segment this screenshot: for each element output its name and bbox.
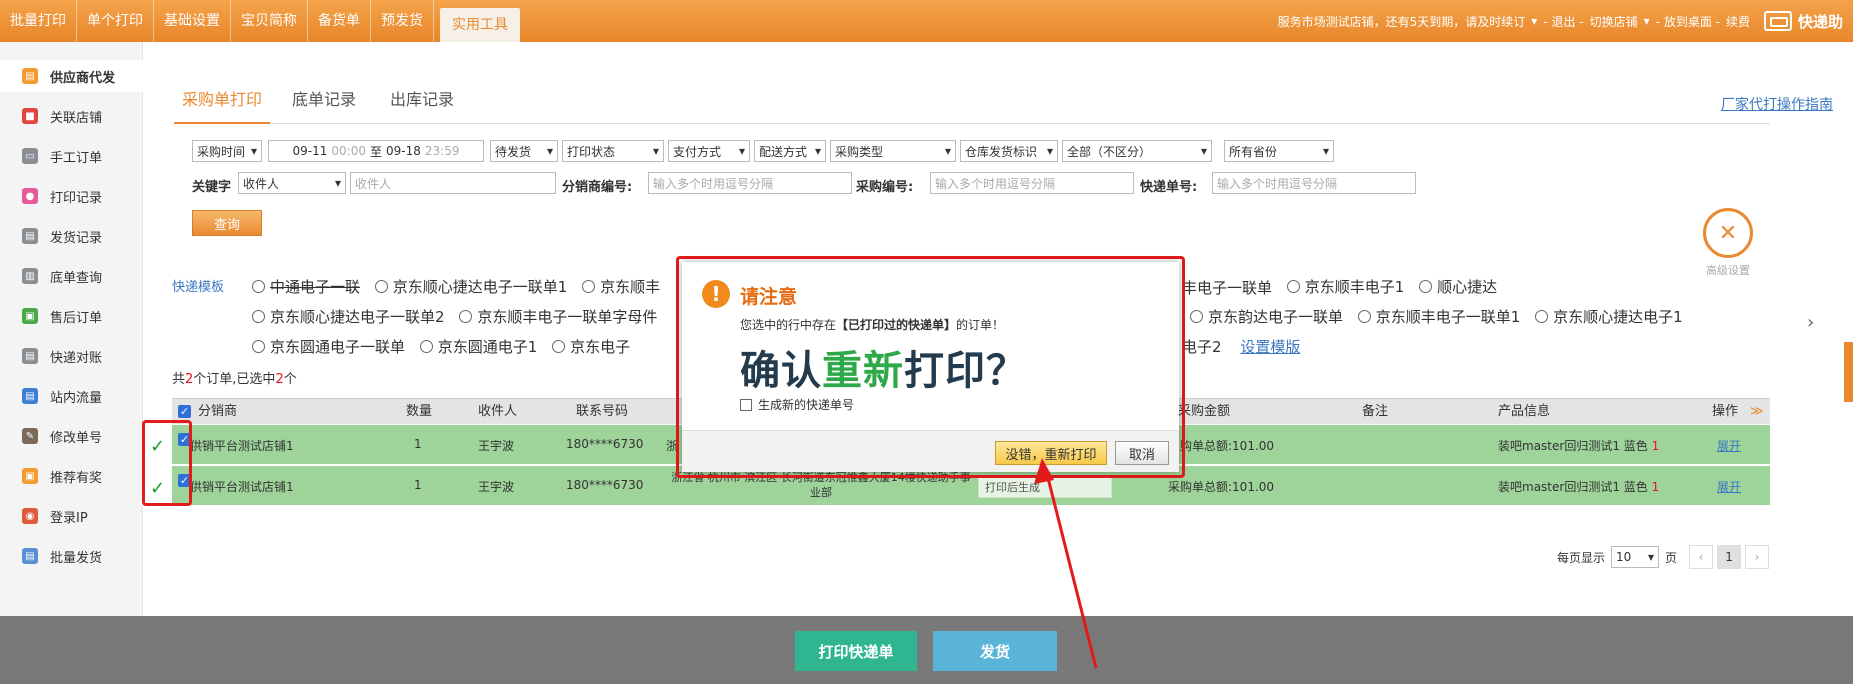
arrow-head bbox=[1034, 458, 1054, 484]
annotation-arrow bbox=[1034, 458, 1098, 669]
arrow-line bbox=[1044, 469, 1098, 669]
